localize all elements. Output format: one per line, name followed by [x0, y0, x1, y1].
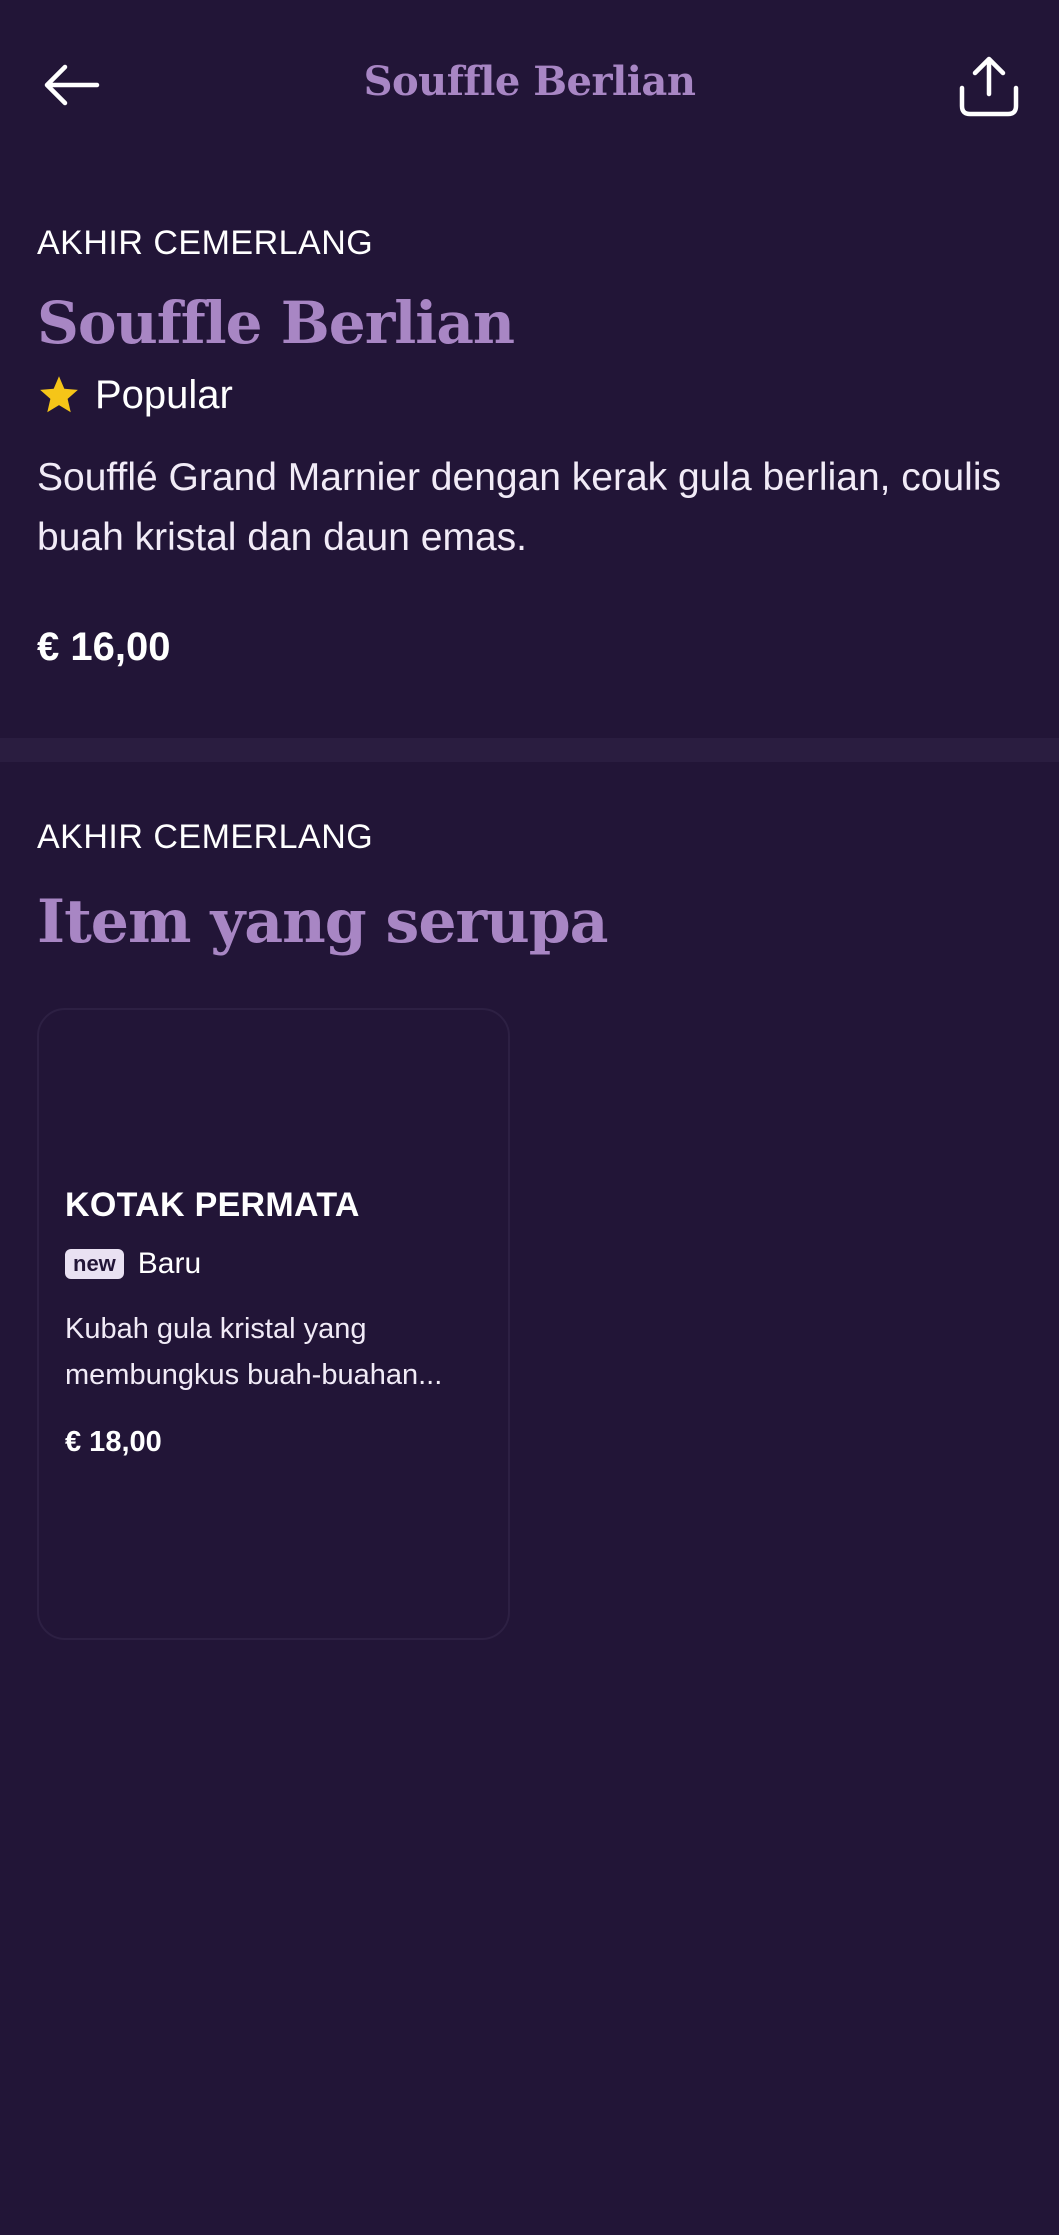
share-button[interactable]	[953, 48, 1025, 124]
card-content: KOTAK PERMATA new Baru Kubah gula krista…	[65, 1184, 485, 1462]
new-badge: new Baru	[65, 1246, 485, 1282]
item-detail: AKHIR CEMERLANG Souffle Berlian Popular …	[37, 220, 1022, 672]
card-item-name: KOTAK PERMATA	[65, 1186, 360, 1224]
share-icon	[959, 56, 1019, 117]
item-category: AKHIR CEMERLANG	[37, 224, 374, 262]
card-item-description: Kubah gula kristal yang membungkus buah-…	[65, 1313, 443, 1391]
top-bar: Souffle Berlian	[0, 0, 1059, 170]
page-title: Souffle Berlian	[363, 58, 696, 105]
back-button[interactable]	[36, 50, 106, 120]
similar-category: AKHIR CEMERLANG	[37, 818, 374, 856]
item-price: € 16,00	[37, 625, 171, 669]
item-name: Souffle Berlian	[37, 289, 515, 357]
section-divider	[0, 738, 1059, 762]
item-description: Soufflé Grand Marnier dengan kerak gula …	[37, 456, 1002, 559]
arrow-left-icon	[44, 64, 100, 106]
similar-items-section: AKHIR CEMERLANG Item yang serupa KOTAK P…	[37, 814, 1022, 1640]
new-tag: new	[65, 1249, 124, 1279]
card-item-price: € 18,00	[65, 1426, 162, 1458]
similar-item-card[interactable]: KOTAK PERMATA new Baru Kubah gula krista…	[37, 1008, 510, 1640]
popular-badge: Popular	[37, 370, 1022, 420]
card-badge-label: Baru	[137, 1247, 202, 1280]
product-detail-page: Souffle Berlian AKHIR CEMERLANG Souffle …	[0, 0, 1059, 2235]
star-icon	[40, 376, 78, 413]
badge-label: Popular	[95, 372, 233, 417]
similar-title: Item yang serupa	[37, 887, 609, 957]
